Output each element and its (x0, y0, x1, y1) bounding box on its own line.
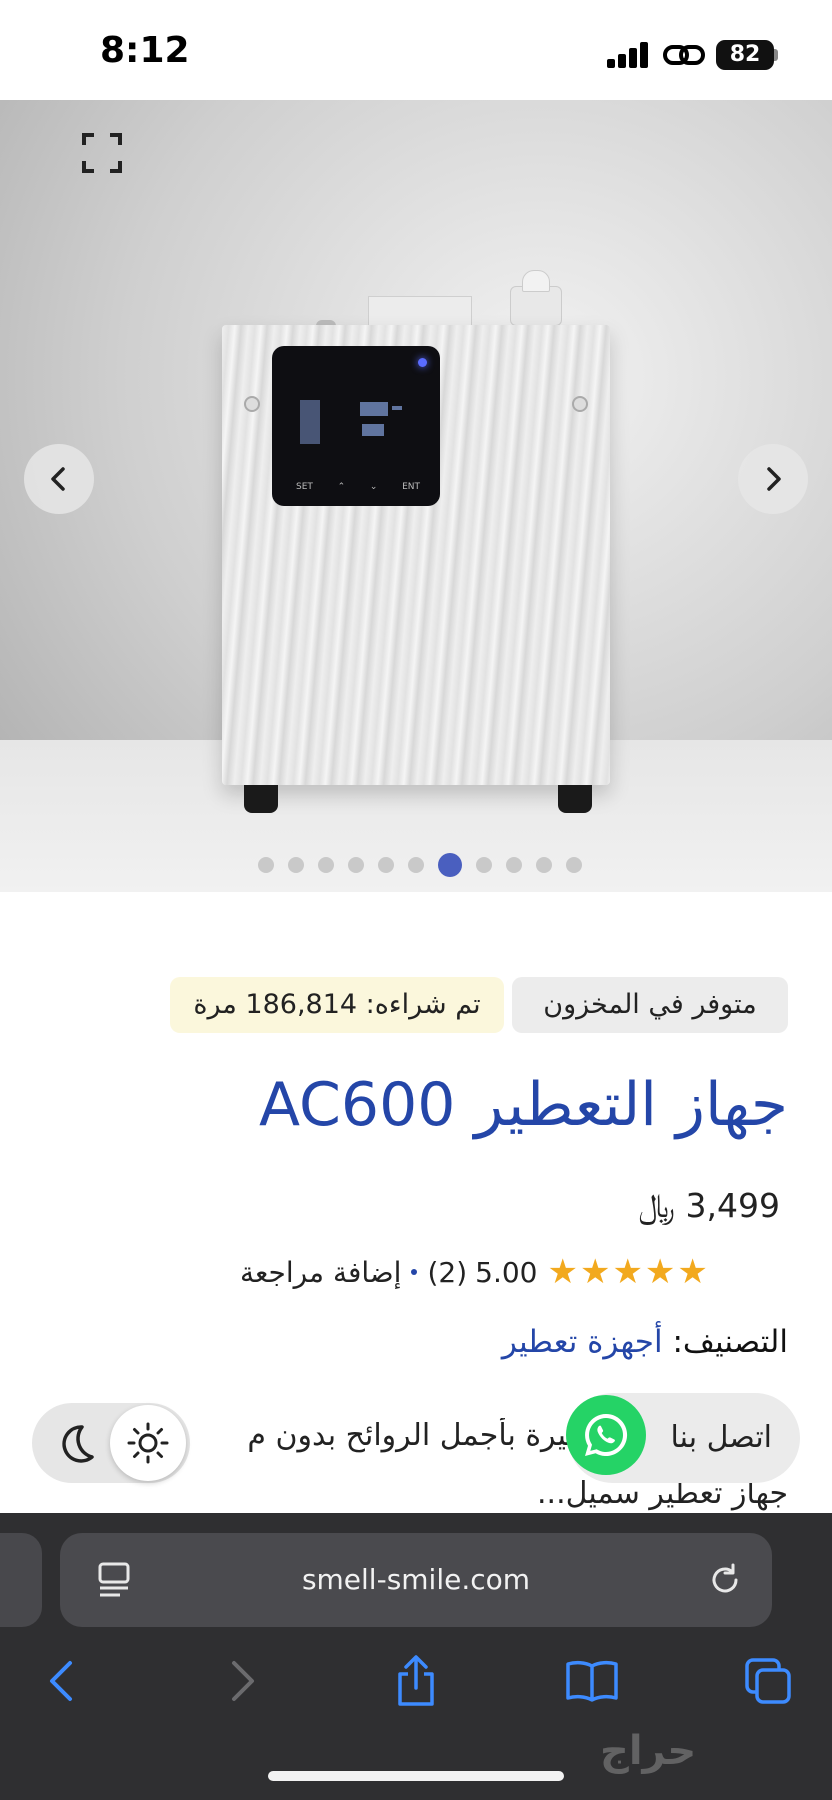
whatsapp-icon (585, 1413, 628, 1456)
chevron-left-icon (51, 467, 65, 491)
gallery-dot[interactable] (378, 857, 394, 873)
device-nozzle (510, 286, 562, 326)
theme-toggle-knob (110, 1405, 186, 1481)
battery-tip (774, 49, 778, 61)
gallery-dot[interactable] (288, 857, 304, 873)
chevron-right-icon (767, 467, 781, 491)
share-button[interactable] (388, 1653, 444, 1709)
browser-chrome: smell-smile.com حراج (0, 1513, 832, 1800)
gallery-dot[interactable] (318, 857, 334, 873)
product-price: 3,499 ﷼ (638, 1186, 780, 1225)
bookmarks-button[interactable] (564, 1653, 620, 1709)
device-panel-buttons: SET ⌃ ⌄ ENT (296, 482, 420, 492)
device-lcd (300, 400, 404, 444)
device-nozzle-top (522, 270, 550, 292)
back-arrow-icon (50, 1661, 72, 1701)
gallery-pagination (258, 853, 596, 877)
product-description-line: كبيرة بأجمل الروائح بدون م (247, 1418, 590, 1453)
product-title: جهاز التعطير AC600 (259, 1070, 788, 1140)
status-time: 8:12 (100, 30, 190, 71)
rating-stars-icon: ★★★★★ (547, 1252, 710, 1292)
book-icon (566, 1660, 618, 1702)
add-review-link[interactable]: إضافة مراجعة (240, 1256, 401, 1289)
cellular-signal-icon (607, 42, 651, 68)
device-control-panel: SET ⌃ ⌄ ENT (272, 346, 440, 506)
link-icon (663, 45, 705, 65)
forward-arrow-icon (232, 1661, 254, 1701)
device-foot (558, 785, 592, 813)
device-foot (244, 785, 278, 813)
previous-tab-peek[interactable] (0, 1533, 42, 1627)
gallery-dot[interactable] (348, 857, 364, 873)
gallery-dot[interactable] (476, 857, 492, 873)
battery-indicator: 82 (716, 40, 774, 70)
haraj-watermark: حراج (600, 1728, 697, 1774)
whatsapp-button[interactable] (566, 1395, 646, 1475)
gallery-dot[interactable] (506, 857, 522, 873)
device-screw (572, 396, 588, 412)
device-screw (244, 396, 260, 412)
gallery-dot[interactable] (258, 857, 274, 873)
purchase-count-badge: تم شراءه: 186,814 مرة (170, 977, 504, 1033)
tabs-button[interactable] (740, 1653, 796, 1709)
moon-icon (62, 1425, 94, 1463)
back-button[interactable] (34, 1653, 90, 1709)
share-icon (398, 1655, 434, 1706)
gallery-dot[interactable] (408, 857, 424, 873)
product-gallery[interactable]: SET ⌃ ⌄ ENT (0, 100, 832, 892)
url-text: smell-smile.com (301, 1563, 531, 1596)
sun-icon (127, 1422, 169, 1464)
gallery-dot[interactable] (536, 857, 552, 873)
address-bar[interactable]: smell-smile.com (60, 1533, 772, 1627)
stock-badge: متوفر في المخزون (512, 977, 788, 1033)
reload-icon[interactable] (706, 1561, 744, 1599)
theme-toggle[interactable] (32, 1403, 190, 1483)
home-indicator[interactable] (268, 1771, 564, 1781)
product-category: التصنيف: أجهزة تعطير (400, 1324, 788, 1360)
status-bar: 8:12 82 (0, 0, 832, 100)
rating-row: ★★★★★ 5.00 (2) إضافة مراجعة (240, 1250, 780, 1294)
reviews-count: (2) (427, 1255, 468, 1289)
fullscreen-icon[interactable] (82, 133, 122, 173)
device-led (418, 358, 427, 367)
category-label: التصنيف: (672, 1324, 788, 1360)
category-link[interactable]: أجهزة تعطير (502, 1324, 663, 1360)
gallery-next-button[interactable] (738, 444, 808, 514)
gallery-dot-active[interactable] (438, 853, 462, 877)
rating-value: 5.00 (475, 1255, 538, 1289)
contact-us-label: اتصل بنا (670, 1420, 773, 1455)
gallery-prev-button[interactable] (24, 444, 94, 514)
rating-separator (411, 1269, 418, 1275)
tabs-icon (745, 1658, 791, 1704)
forward-button[interactable] (214, 1653, 270, 1709)
gallery-dot[interactable] (566, 857, 582, 873)
device-cap (368, 296, 472, 326)
